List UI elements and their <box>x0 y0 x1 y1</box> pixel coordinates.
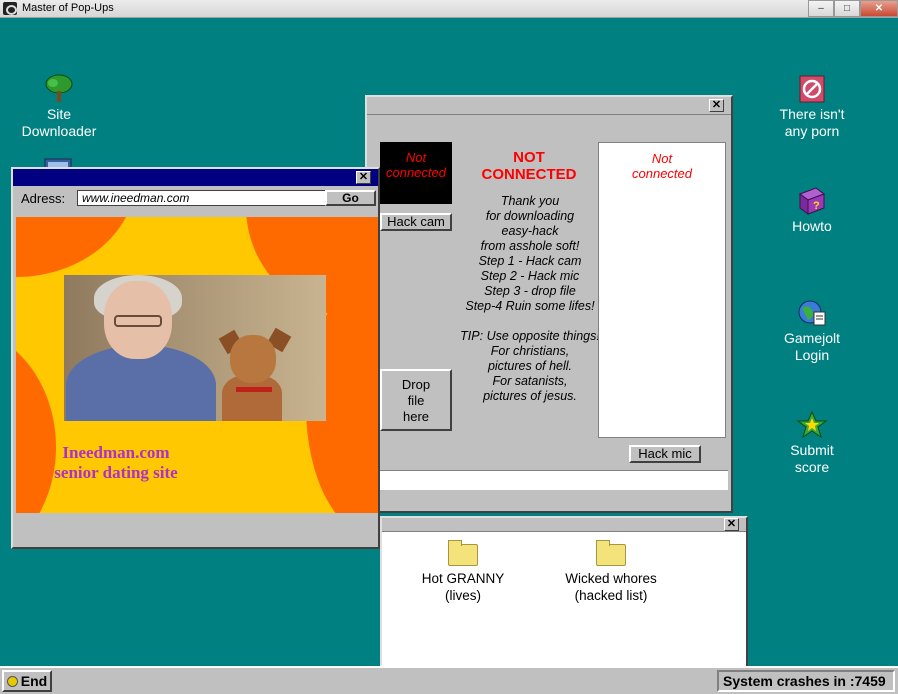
ad-decoration <box>16 327 56 513</box>
desktop-icon-label: Howto <box>792 218 832 234</box>
cam-preview: Not connected <box>380 142 452 204</box>
taskbar: End System crashes in :7459 <box>0 666 898 694</box>
smiley-icon <box>6 676 18 687</box>
status-line: NOT <box>513 149 545 166</box>
instruction-line: Step 1 - Hack cam <box>478 254 582 268</box>
instruction-line: pictures of hell. <box>487 359 573 373</box>
drop-file-zone[interactable]: Drop file here <box>380 369 452 431</box>
ad-caption: Ineedman.com senior dating site <box>16 443 216 483</box>
folder-icon <box>448 540 478 566</box>
globe-icon <box>798 300 826 326</box>
drop-zone-label: Drop <box>401 377 431 392</box>
drop-zone-label: file <box>407 393 425 408</box>
mic-status-text: Not <box>651 151 673 166</box>
instruction-line: Step-4 Ruin some lifes! <box>465 299 595 313</box>
desktop-icon-label: There isn't <box>779 106 845 122</box>
end-button[interactable]: End <box>2 670 52 692</box>
browser-popup-window: ✕ Adress: www.ineedman.com Go Ineedman.c… <box>11 167 380 549</box>
tree-icon <box>45 74 73 102</box>
dating-ad[interactable]: Ineedman.com senior dating site <box>16 217 378 513</box>
mic-panel: Not connected <box>598 142 726 438</box>
ad-decoration <box>16 217 136 277</box>
desktop-icon-gamejolt-login[interactable]: Gamejolt Login <box>772 298 852 364</box>
desktop-icon-label: Login <box>794 347 830 363</box>
drop-zone-label: here <box>402 409 430 424</box>
no-sign-icon <box>799 75 825 103</box>
minimize-button[interactable]: – <box>808 0 834 17</box>
ad-caption-line: senior dating site <box>54 463 178 482</box>
folder-label: (lives) <box>445 588 481 603</box>
hack-tool-close-button[interactable]: ✕ <box>709 99 724 112</box>
crash-countdown: System crashes in :7459 <box>717 670 895 692</box>
address-input[interactable]: www.ineedman.com <box>77 190 327 206</box>
desktop-icon-site-downloader[interactable]: Site Downloader <box>12 74 106 140</box>
desktop-icon-label: Submit <box>790 442 834 458</box>
close-app-button[interactable]: ✕ <box>860 0 898 17</box>
instruction-line: Thank you <box>500 194 560 208</box>
instruction-line: Step 3 - drop file <box>484 284 576 298</box>
svg-text:?: ? <box>813 200 820 212</box>
star-icon <box>796 410 828 439</box>
desktop-icon-label: Downloader <box>21 123 97 139</box>
instruction-line: Step 2 - Hack mic <box>480 269 580 283</box>
browser-close-button[interactable]: ✕ <box>356 171 371 184</box>
maximize-button[interactable]: □ <box>834 0 860 17</box>
folder-label: (hacked list) <box>574 588 648 603</box>
instruction-line: for downloading <box>485 209 575 223</box>
folder-window: ✕ Hot GRANNY (lives) Wicked whores (hack… <box>380 516 748 668</box>
hack-mic-button[interactable]: Hack mic <box>629 445 701 463</box>
address-label: Adress: <box>21 191 66 206</box>
instruction-line: easy-hack <box>501 224 559 238</box>
hack-tool-titlebar[interactable] <box>367 97 731 115</box>
instruction-line: pictures of jesus. <box>483 389 577 403</box>
desktop-icon-no-porn[interactable]: There isn't any porn <box>766 74 858 140</box>
instruction-line: For satanists, <box>492 374 568 388</box>
instruction-line <box>455 314 605 329</box>
desktop-icon-howto[interactable]: ? Howto <box>776 186 848 235</box>
folder-hot-granny[interactable]: Hot GRANNY (lives) <box>408 540 518 604</box>
ad-photo <box>64 275 326 421</box>
hack-cam-button[interactable]: Hack cam <box>380 213 452 231</box>
end-label: End <box>20 673 48 689</box>
folder-label: Hot GRANNY <box>421 571 505 586</box>
help-book-icon: ? <box>798 187 826 215</box>
app-title: Master of Pop-Ups <box>22 2 114 14</box>
desktop-icon-label: Site <box>46 106 72 122</box>
instructions-text: Thank you for downloading easy-hack from… <box>455 194 605 404</box>
connection-status: NOT CONNECTED <box>471 149 587 183</box>
instruction-line: TIP: Use opposite things! <box>460 329 600 343</box>
app-icon <box>3 2 17 15</box>
folder-label: Wicked whores <box>565 571 657 586</box>
desktop-icon-submit-score[interactable]: Submit score <box>772 410 852 476</box>
folder-window-titlebar[interactable] <box>382 518 746 532</box>
folder-icon <box>596 540 626 566</box>
mic-status-text: connected <box>632 166 692 181</box>
instruction-line: For christians, <box>490 344 570 358</box>
desktop-icon-label: score <box>794 459 830 475</box>
desktop-icon-label: Gamejolt <box>783 330 841 346</box>
go-button[interactable]: Go <box>325 190 376 206</box>
app-titlebar: Master of Pop-Ups – □ ✕ <box>0 0 898 18</box>
status-line: CONNECTED <box>481 166 577 183</box>
cam-status-text: connected <box>386 165 446 180</box>
ad-caption-line: Ineedman.com <box>62 443 170 462</box>
folder-window-close-button[interactable]: ✕ <box>724 518 739 531</box>
folder-wicked-whores[interactable]: Wicked whores (hacked list) <box>548 540 674 604</box>
desktop-icon-label: any porn <box>784 123 840 139</box>
hack-tool-footer <box>380 470 728 490</box>
cam-status-text: Not <box>405 150 427 165</box>
instruction-line: from asshole soft! <box>480 239 580 253</box>
browser-titlebar[interactable] <box>13 169 378 186</box>
hack-tool-window: ✕ Not connected Hack cam NOT CONNECTED T… <box>365 95 733 513</box>
